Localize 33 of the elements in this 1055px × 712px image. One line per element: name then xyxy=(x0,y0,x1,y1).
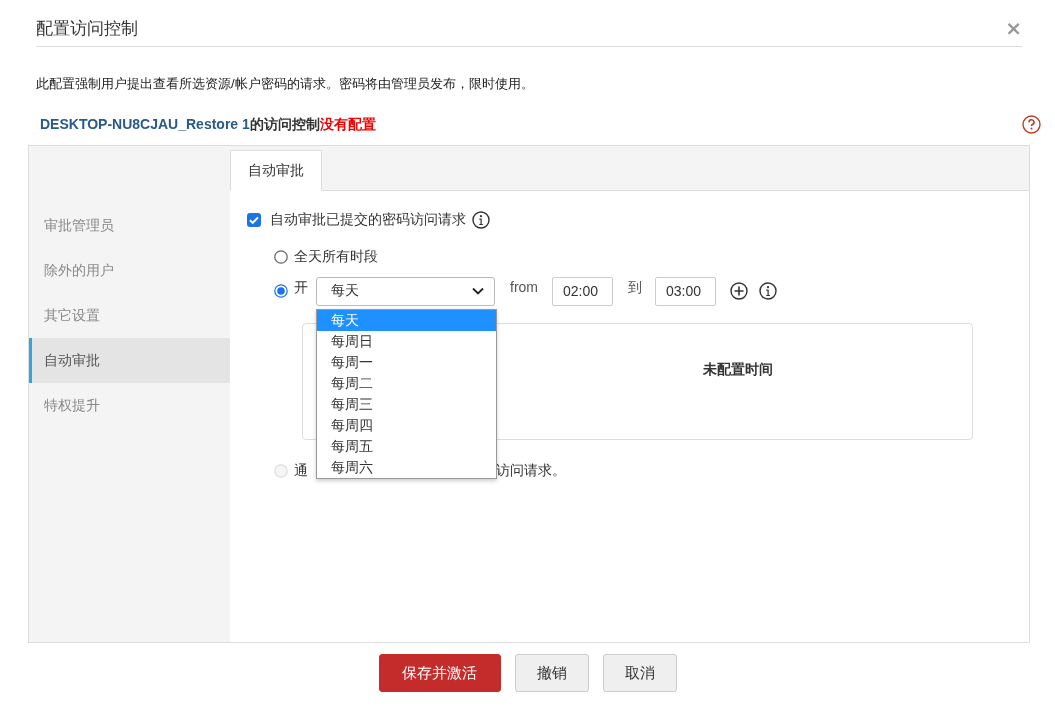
dropdown-option[interactable]: 每周二 xyxy=(317,372,496,394)
radio-button[interactable] xyxy=(274,284,288,298)
info-icon[interactable] xyxy=(759,282,777,300)
help-icon[interactable] xyxy=(1022,115,1041,134)
dropdown-option[interactable]: 每周五 xyxy=(317,435,496,457)
dialog-title: 配置访问控制 xyxy=(36,17,138,40)
tab[interactable]: 自动审批 xyxy=(230,150,322,191)
dropdown-option[interactable]: 每周一 xyxy=(317,351,496,373)
action-button[interactable]: 取消 xyxy=(602,654,677,692)
radio-label: 全天所有时段 xyxy=(294,248,378,266)
radio-label: 通 xyxy=(294,462,308,480)
checkbox-label: 自动审批已提交的密码访问请求 xyxy=(270,211,466,229)
info-icon[interactable] xyxy=(472,211,490,229)
sidebar-item[interactable]: 自动审批 xyxy=(29,338,230,383)
dropdown-option[interactable]: 每周三 xyxy=(317,393,496,415)
radio-label: 访问请求。 xyxy=(496,462,566,480)
dropdown-option[interactable]: 每周六 xyxy=(317,456,496,478)
checkbox[interactable] xyxy=(247,213,261,227)
save-button[interactable]: 保存并激活 xyxy=(378,654,501,692)
from-label: from xyxy=(510,278,538,295)
status-text: DESKTOP-NU8CJAU_Restore 1的访问控制没有配置 xyxy=(40,115,376,134)
dropdown-option[interactable]: 每周四 xyxy=(317,414,496,436)
chevron-down-icon xyxy=(472,287,484,295)
radio-label: 开 xyxy=(294,278,308,297)
radio-button[interactable] xyxy=(274,250,288,264)
dropdown-option[interactable]: 每周日 xyxy=(317,330,496,352)
description-text: 此配置强制用户提出查看所选资源/帐户密码的请求。密码将由管理员发布，限时使用。 xyxy=(36,75,535,93)
from-time-field[interactable]: 02:00 xyxy=(552,276,613,306)
to-label: 到 xyxy=(628,278,642,297)
empty-message: 未配置时间 xyxy=(702,361,773,379)
action-button[interactable]: 撤销 xyxy=(514,654,589,692)
add-icon[interactable] xyxy=(730,282,748,300)
to-time-field[interactable]: 03:00 xyxy=(655,276,716,306)
